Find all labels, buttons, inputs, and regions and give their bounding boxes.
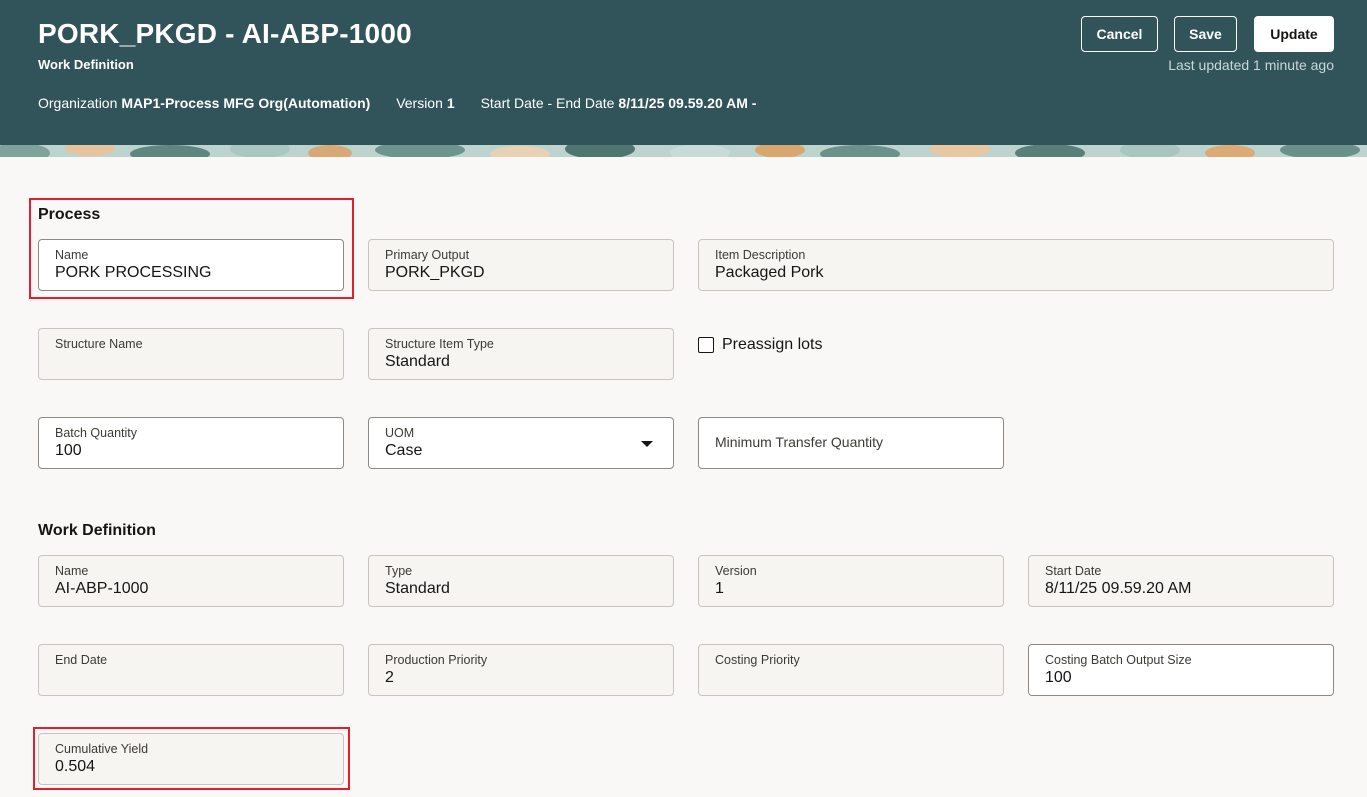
primary-output-value: PORK_PKGD — [385, 264, 485, 281]
wd-start-date-label: Start Date — [1045, 564, 1102, 578]
item-description-label: Item Description — [715, 248, 806, 262]
work-definition-section-title: Work Definition — [38, 522, 156, 539]
save-button[interactable]: Save — [1174, 16, 1237, 52]
batch-quantity-field[interactable]: Batch Quantity 100 — [38, 417, 344, 469]
primary-output-label: Primary Output — [385, 248, 470, 262]
wd-end-date-field: End Date — [38, 644, 344, 696]
page-title: PORK_PKGD - AI-ABP-1000 — [38, 18, 412, 49]
production-priority-field: Production Priority 2 — [368, 644, 674, 696]
wd-type-label: Type — [385, 564, 413, 578]
wd-name-field: Name AI-ABP-1000 — [38, 555, 344, 607]
cumulative-yield-highlight-box — [33, 727, 350, 790]
production-priority-value: 2 — [385, 669, 394, 686]
version-value: 1 — [446, 95, 455, 111]
batch-quantity-label: Batch Quantity — [55, 426, 137, 440]
costing-batch-output-size-label: Costing Batch Output Size — [1045, 653, 1192, 667]
minimum-transfer-quantity-field[interactable]: Minimum Transfer Quantity — [698, 417, 1004, 469]
dates-label: Start Date - End Date — [480, 95, 615, 111]
costing-batch-output-size-value: 100 — [1045, 669, 1072, 686]
wd-end-date-label: End Date — [55, 653, 108, 667]
last-updated-text: Last updated 1 minute ago — [1168, 57, 1334, 73]
organization-label: Organization — [38, 95, 118, 111]
uom-value: Case — [385, 442, 423, 459]
costing-batch-output-size-field[interactable]: Costing Batch Output Size 100 — [1028, 644, 1334, 696]
wd-name-label: Name — [55, 564, 89, 578]
item-description-value: Packaged Pork — [715, 264, 824, 281]
preassign-lots-label: Preassign lots — [722, 336, 823, 353]
preassign-lots-option[interactable]: Preassign lots — [698, 336, 823, 354]
batch-quantity-value: 100 — [55, 442, 82, 459]
wd-type-value: Standard — [385, 580, 450, 597]
structure-item-type-field: Structure Item Type Standard — [368, 328, 674, 380]
decorative-banner — [0, 145, 1367, 157]
wd-version-field: Version 1 — [698, 555, 1004, 607]
item-description-field: Item Description Packaged Pork — [698, 239, 1334, 291]
structure-name-field: Structure Name — [38, 328, 344, 380]
wd-type-field: Type Standard — [368, 555, 674, 607]
minimum-transfer-quantity-label: Minimum Transfer Quantity — [715, 434, 884, 450]
wd-start-date-field: Start Date 8/11/25 09.59.20 AM — [1028, 555, 1334, 607]
structure-item-type-label: Structure Item Type — [385, 337, 494, 351]
wd-version-label: Version — [715, 564, 757, 578]
page-subtitle: Work Definition — [38, 57, 134, 72]
page-header: PORK_PKGD - AI-ABP-1000 Work Definition … — [0, 0, 1367, 145]
structure-item-type-value: Standard — [385, 353, 450, 370]
chevron-down-icon[interactable] — [641, 441, 653, 447]
preassign-lots-checkbox[interactable] — [698, 337, 714, 353]
uom-label: UOM — [385, 426, 415, 440]
costing-priority-field: Costing Priority — [698, 644, 1004, 696]
cancel-button[interactable]: Cancel — [1081, 16, 1158, 52]
production-priority-label: Production Priority — [385, 653, 488, 667]
wd-start-date-value: 8/11/25 09.59.20 AM — [1045, 580, 1192, 597]
update-button[interactable]: Update — [1254, 16, 1334, 52]
dates-value: 8/11/25 09.59.20 AM - — [618, 95, 757, 111]
organization-value: MAP1-Process MFG Org(Automation) — [121, 95, 371, 111]
structure-name-label: Structure Name — [55, 337, 143, 351]
wd-version-value: 1 — [715, 580, 724, 597]
uom-select[interactable]: UOM Case — [368, 417, 674, 469]
process-highlight-box — [29, 198, 354, 299]
version-label: Version — [396, 95, 443, 111]
wd-name-value: AI-ABP-1000 — [55, 580, 149, 597]
primary-output-field: Primary Output PORK_PKGD — [368, 239, 674, 291]
costing-priority-label: Costing Priority — [715, 653, 800, 667]
header-meta: Organization MAP1-Process MFG Org(Automat… — [38, 95, 756, 111]
